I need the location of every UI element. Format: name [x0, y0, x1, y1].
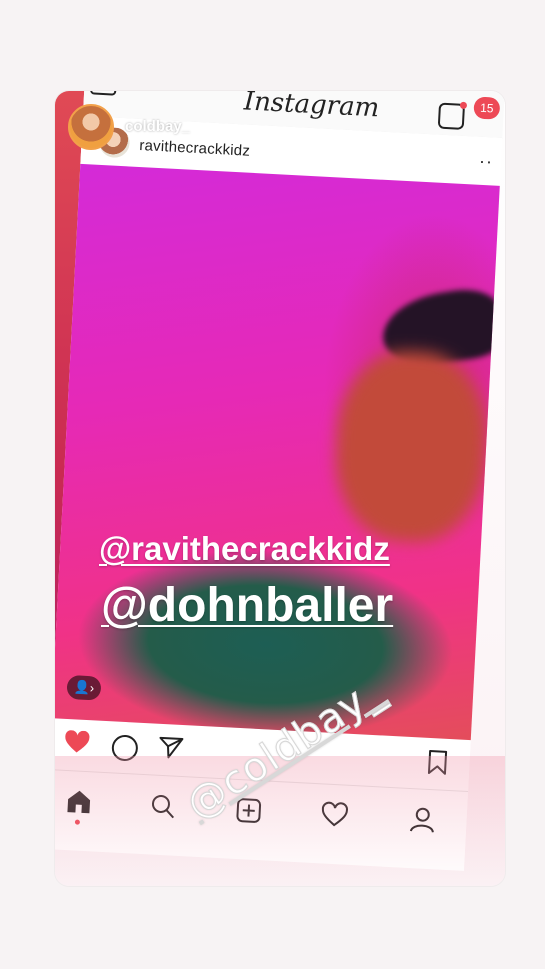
story-avatar[interactable] — [68, 104, 114, 150]
notification-badge[interactable]: 15 — [473, 96, 501, 120]
post-username[interactable]: ravithecrackkidz — [139, 137, 250, 160]
post-image[interactable]: 👤› — [55, 163, 500, 741]
igtv-icon[interactable] — [437, 102, 466, 130]
more-options-icon[interactable]: ·· — [479, 151, 494, 173]
mention-sticker-ravithecrackkidz[interactable]: @ravithecrackkidz — [99, 530, 390, 568]
camera-icon[interactable] — [90, 91, 118, 96]
face-shape — [331, 347, 491, 546]
tag-people-icon[interactable]: 👤› — [66, 674, 102, 701]
story-username[interactable]: coldbay_ — [125, 118, 190, 135]
heart-filled-icon[interactable] — [63, 730, 90, 755]
instagram-logo: Instagram — [243, 91, 381, 124]
mention-sticker-dohnballer[interactable]: @dohnballer — [101, 578, 393, 633]
